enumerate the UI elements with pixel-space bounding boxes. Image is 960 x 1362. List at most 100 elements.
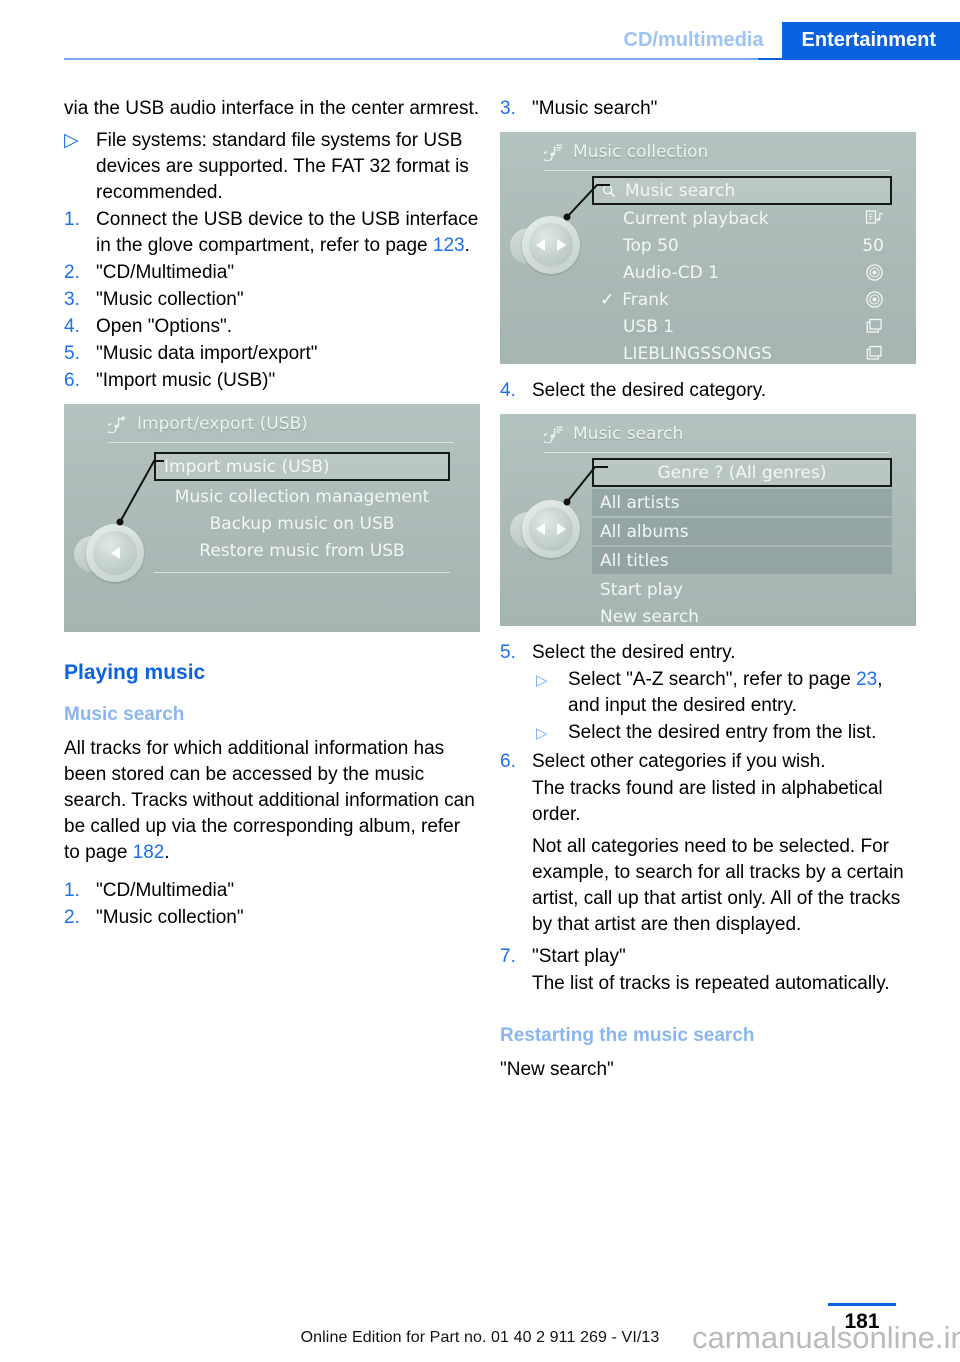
- bullet-text-before: Select "A-Z search", refer to page: [568, 669, 857, 690]
- idrive-screenshot-import-export: Import/export (USB) Import music (USB) M…: [64, 404, 480, 632]
- list-item-step-5: 5. Select the desired entry.: [500, 640, 916, 666]
- list-item-text: "Music data import/export": [96, 343, 318, 364]
- step-marker: 4.: [64, 316, 80, 337]
- knob-inner: [93, 531, 137, 575]
- bullet-marker: ▷: [536, 725, 548, 742]
- step-marker: 6.: [64, 370, 80, 391]
- menu-item-restore-music[interactable]: Restore music from USB: [154, 537, 450, 564]
- search-icon: [602, 184, 616, 198]
- step-marker: 3.: [500, 98, 516, 119]
- step-7-note: The list of tracks is repeated automatic…: [532, 973, 890, 994]
- menu-item-label: Backup music on USB: [209, 513, 395, 534]
- step-marker: 1.: [64, 209, 80, 230]
- page-reference-link[interactable]: 182: [133, 842, 165, 863]
- idrive-screenshot-music-search: Music search Genre ? (All genres) All ar…: [500, 414, 916, 626]
- menu-item-label: Current playback: [623, 208, 769, 229]
- music-note-plus-icon: [108, 415, 128, 433]
- breadcrumb-item-cd-multimedia: CD/multimedia: [623, 29, 764, 51]
- menu-item-label: All artists: [600, 492, 680, 513]
- section-heading-playing-music: Playing music: [64, 661, 206, 684]
- screen-header: Music collection: [544, 142, 892, 162]
- list-item-text: Select the desired entry from the list.: [568, 722, 877, 743]
- page-reference-link[interactable]: 123: [433, 235, 465, 256]
- page-number-rule: [828, 1303, 896, 1306]
- menu-item-backup-music[interactable]: Backup music on USB: [154, 510, 450, 537]
- track-info-icon: [850, 209, 884, 228]
- step-marker: 4.: [500, 380, 516, 401]
- list-item-file-systems: ▷ File systems: standard file systems fo…: [64, 128, 480, 206]
- menu-item-all-titles[interactable]: All titles: [592, 547, 892, 574]
- screen-header-divider: [108, 442, 454, 443]
- continuation-paragraph: via the USB audio interface in the cente…: [64, 98, 480, 119]
- arrow-left-icon: [110, 547, 120, 559]
- step-6-note-2: Not all categories need to be selected. …: [532, 836, 904, 935]
- restart-text: "New search": [500, 1059, 614, 1080]
- screen-menu-list: Music search Current playback Top 50 50 …: [592, 176, 892, 364]
- menu-item-label: Music collection management: [174, 486, 430, 507]
- idrive-controller-knob[interactable]: [510, 216, 580, 278]
- step-6-note-1: The tracks found are listed in alphabeti…: [532, 778, 883, 825]
- checkmark-icon: ✓: [600, 289, 615, 310]
- screen-title: Import/export (USB): [137, 414, 308, 434]
- menu-item-label: LIEBLINGSSONGS: [623, 343, 772, 364]
- menu-item-all-artists[interactable]: All artists: [592, 489, 892, 516]
- knob-inner: [529, 507, 573, 551]
- arrow-right-icon: [557, 239, 566, 251]
- menu-item-music-search[interactable]: Music search: [592, 176, 892, 205]
- watermark: carmanualsonline.info: [692, 1320, 960, 1355]
- menu-item-label: Audio-CD 1: [623, 262, 719, 283]
- menu-item-all-albums[interactable]: All albums: [592, 518, 892, 545]
- arrow-right-icon: [557, 523, 566, 535]
- step-text-after: .: [464, 235, 470, 256]
- list-item-step-6: 6. "Import music (USB)": [64, 368, 480, 394]
- breadcrumb-item-entertainment: Entertainment: [781, 22, 960, 58]
- menu-item-music-collection-management[interactable]: Music collection management: [154, 483, 450, 510]
- menu-item-import-music[interactable]: Import music (USB): [154, 452, 450, 481]
- subsection-heading-restarting-music-search: Restarting the music search: [500, 1025, 755, 1046]
- list-item-text: "Start play": [532, 946, 626, 967]
- bullet-marker: ▷: [536, 672, 548, 689]
- list-item-text: Select "A-Z search", refer to page 23, a…: [568, 667, 916, 719]
- right-column: 3. "Music search" Music collection Music…: [500, 96, 916, 1089]
- menu-item-start-play[interactable]: Start play: [592, 576, 892, 603]
- step-marker: 7.: [500, 946, 516, 967]
- screen-header-divider: [544, 452, 890, 453]
- list-item-step-5-bullet-1: ▷ Select "A-Z search", refer to page 23,…: [500, 667, 916, 719]
- list-item-ms-step-1: 1. "CD/Multimedia": [64, 878, 480, 904]
- list-item-step-3-music-search: 3. "Music search": [500, 96, 916, 122]
- step-marker: 2.: [64, 262, 80, 283]
- list-item-ms-step-2: 2. "Music collection": [64, 905, 480, 931]
- step-marker: 6.: [500, 751, 516, 772]
- menu-item-audio-cd-1[interactable]: Audio-CD 1: [592, 259, 892, 286]
- menu-item-frank[interactable]: ✓ Frank: [592, 286, 892, 313]
- menu-item-current-playback[interactable]: Current playback: [592, 205, 892, 232]
- menu-item-genre[interactable]: Genre ? (All genres): [592, 458, 892, 487]
- disc-icon: [850, 290, 884, 309]
- menu-item-usb-1[interactable]: USB 1: [592, 313, 892, 340]
- list-item-text: Select the desired entry.: [532, 642, 736, 663]
- idrive-controller-knob[interactable]: [510, 500, 580, 562]
- list-item-step-5-bullet-2: ▷ Select the desired entry from the list…: [500, 720, 916, 748]
- step-marker: 2.: [64, 907, 80, 928]
- left-column: via the USB audio interface in the cente…: [64, 96, 480, 932]
- menu-item-label: Import music (USB): [164, 456, 330, 477]
- header-divider-accent: [758, 58, 960, 60]
- knob-inner: [529, 223, 573, 267]
- idrive-controller-knob[interactable]: [74, 524, 144, 586]
- menu-item-new-search[interactable]: New search: [592, 603, 892, 627]
- menu-item-label: USB 1: [623, 316, 675, 337]
- list-item-step-6: 6. Select other categories if you wish.: [500, 749, 916, 775]
- step-marker: 5.: [500, 642, 516, 663]
- menu-item-top-50[interactable]: Top 50 50: [592, 232, 892, 259]
- page-reference-link[interactable]: 23: [856, 669, 877, 690]
- list-item-step-4: 4. Open "Options".: [64, 314, 480, 340]
- list-item-text: Select the desired category.: [532, 380, 767, 401]
- breadcrumb: CD/multimedia Entertainment: [614, 22, 960, 58]
- menu-item-lieblingssongs[interactable]: LIEBLINGSSONGS: [592, 340, 892, 364]
- disc-icon: [850, 263, 884, 282]
- menu-item-label: New search: [600, 606, 699, 627]
- arrow-left-icon: [536, 523, 545, 535]
- menu-item-label: Top 50: [623, 235, 679, 256]
- list-item-step-5: 5. "Music data import/export": [64, 341, 480, 367]
- arrow-left-icon: [536, 239, 545, 251]
